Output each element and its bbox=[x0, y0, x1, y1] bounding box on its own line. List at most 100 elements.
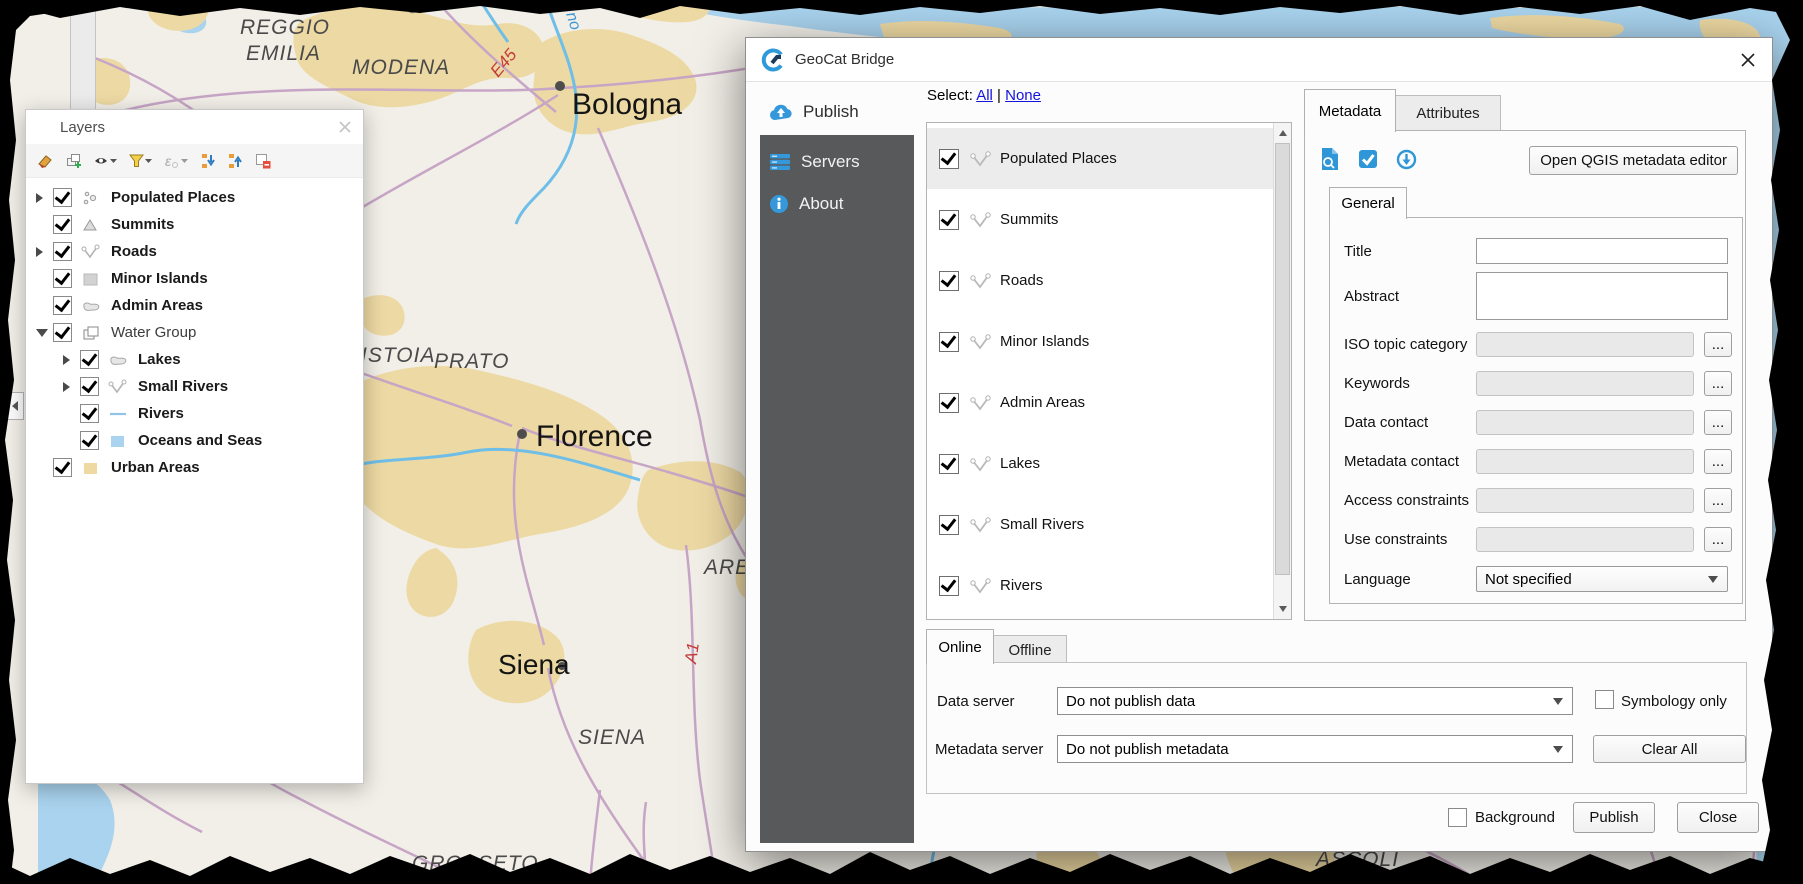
layer-row-lakes[interactable]: Lakes bbox=[26, 346, 363, 373]
symbology-only-checkbox[interactable] bbox=[1595, 690, 1614, 709]
metadata-contact-label: Metadata contact bbox=[1344, 453, 1460, 470]
select-all-link[interactable]: All bbox=[976, 87, 993, 104]
layer-row-summits[interactable]: Summits bbox=[26, 211, 363, 238]
list-item-populated-places[interactable]: Populated Places bbox=[927, 128, 1291, 189]
layer-checkbox[interactable] bbox=[80, 350, 99, 369]
access-constraints-browse-button[interactable]: ... bbox=[1704, 488, 1732, 513]
item-checkbox[interactable] bbox=[939, 331, 959, 352]
close-icon[interactable] bbox=[337, 119, 353, 135]
layer-row-small-rivers[interactable]: Small Rivers bbox=[26, 373, 363, 400]
layer-row-roads[interactable]: Roads bbox=[26, 238, 363, 265]
publish-layer-list[interactable]: Populated Places Summits Roads Minor Isl… bbox=[926, 122, 1292, 620]
layer-checkbox[interactable] bbox=[53, 458, 72, 477]
language-select[interactable]: Not specified bbox=[1476, 566, 1728, 592]
scrollbar-thumb[interactable] bbox=[1275, 143, 1290, 575]
list-item-rivers[interactable]: Rivers bbox=[927, 555, 1291, 616]
tab-metadata[interactable]: Metadata bbox=[1304, 89, 1396, 132]
layer-checkbox[interactable] bbox=[53, 296, 72, 315]
tab-offline[interactable]: Offline bbox=[993, 635, 1067, 665]
layer-checkbox[interactable] bbox=[53, 188, 72, 207]
filter-legend-icon[interactable] bbox=[129, 153, 153, 169]
data-server-select[interactable]: Do not publish data bbox=[1057, 687, 1573, 715]
item-checkbox[interactable] bbox=[939, 392, 959, 413]
collapse-all-icon[interactable] bbox=[228, 153, 244, 169]
nav-item-publish[interactable]: Publish bbox=[760, 93, 914, 131]
item-checkbox[interactable] bbox=[939, 148, 959, 169]
expand-right-icon[interactable] bbox=[63, 381, 75, 392]
abstract-textarea[interactable] bbox=[1476, 272, 1728, 320]
expand-down-icon[interactable] bbox=[36, 328, 48, 337]
title-input[interactable] bbox=[1476, 238, 1728, 264]
keywords-browse-button[interactable]: ... bbox=[1704, 371, 1732, 396]
add-group-icon[interactable] bbox=[66, 153, 83, 169]
preview-metadata-icon[interactable] bbox=[1319, 147, 1341, 171]
layer-row-minor-islands[interactable]: Minor Islands bbox=[26, 265, 363, 292]
list-item-minor-islands[interactable]: Minor Islands bbox=[927, 311, 1291, 372]
metadata-contact-browse-button[interactable]: ... bbox=[1704, 449, 1732, 474]
metadata-server-select[interactable]: Do not publish metadata bbox=[1057, 735, 1573, 763]
validate-metadata-icon[interactable] bbox=[1358, 149, 1379, 170]
list-item-summits[interactable]: Summits bbox=[927, 189, 1291, 250]
item-checkbox[interactable] bbox=[939, 209, 959, 230]
map-label-reggio-1: REGGIO bbox=[240, 16, 330, 39]
layer-row-oceans-and-seas[interactable]: Oceans and Seas bbox=[26, 427, 363, 454]
background-checkbox[interactable] bbox=[1447, 807, 1467, 827]
nav-item-about[interactable]: About bbox=[760, 185, 914, 223]
expand-right-icon[interactable] bbox=[36, 246, 48, 257]
points-symbol-icon bbox=[83, 191, 97, 204]
item-checkbox[interactable] bbox=[939, 453, 959, 474]
expand-right-icon[interactable] bbox=[36, 192, 48, 203]
layer-row-populated-places[interactable]: Populated Places bbox=[26, 184, 363, 211]
list-item-small-rivers[interactable]: Small Rivers bbox=[927, 494, 1291, 555]
expand-all-icon[interactable] bbox=[201, 153, 217, 169]
remove-layer-icon[interactable] bbox=[255, 153, 271, 169]
scroll-down-icon[interactable] bbox=[1274, 603, 1291, 619]
data-contact-browse-button[interactable]: ... bbox=[1704, 410, 1732, 435]
layer-row-water-group[interactable]: Water Group bbox=[26, 319, 363, 346]
layer-checkbox[interactable] bbox=[53, 242, 72, 261]
dialog-titlebar[interactable]: GeoCat Bridge bbox=[746, 38, 1772, 82]
layer-checkbox[interactable] bbox=[53, 269, 72, 288]
layer-checkbox[interactable] bbox=[80, 431, 99, 450]
layer-checkbox[interactable] bbox=[53, 215, 72, 234]
publish-button[interactable]: Publish bbox=[1573, 801, 1655, 833]
layer-row-urban-areas[interactable]: Urban Areas bbox=[26, 454, 363, 481]
list-item-roads[interactable]: Roads bbox=[927, 250, 1291, 311]
tab-attributes[interactable]: Attributes bbox=[1395, 95, 1501, 132]
layer-label: Small Rivers bbox=[138, 378, 229, 395]
select-none-link[interactable]: None bbox=[1005, 87, 1041, 104]
style-manager-icon[interactable] bbox=[38, 153, 55, 169]
close-button[interactable]: Close bbox=[1677, 801, 1759, 833]
town-dot bbox=[406, 2, 418, 14]
item-checkbox[interactable] bbox=[939, 575, 959, 596]
layer-checkbox[interactable] bbox=[80, 377, 99, 396]
item-label: Minor Islands bbox=[1000, 333, 1090, 350]
select-label: Select: bbox=[927, 87, 973, 104]
layer-row-admin-areas[interactable]: Admin Areas bbox=[26, 292, 363, 319]
tab-general[interactable]: General bbox=[1329, 187, 1407, 219]
list-item-lakes[interactable]: Lakes bbox=[927, 433, 1291, 494]
nav-item-servers[interactable]: Servers bbox=[760, 143, 914, 181]
layer-checkbox[interactable] bbox=[53, 323, 72, 342]
list-item-admin-areas[interactable]: Admin Areas bbox=[927, 372, 1291, 433]
scrollbar[interactable] bbox=[1273, 123, 1291, 619]
open-qgis-metadata-editor-button[interactable]: Open QGIS metadata editor bbox=[1529, 146, 1738, 175]
tab-online[interactable]: Online bbox=[926, 629, 994, 664]
scroll-up-icon[interactable] bbox=[1274, 123, 1291, 139]
close-icon[interactable] bbox=[1740, 52, 1756, 68]
layer-row-rivers[interactable]: Rivers bbox=[26, 400, 363, 427]
map-themes-icon[interactable] bbox=[94, 153, 118, 169]
item-label: Summits bbox=[1000, 211, 1059, 228]
import-metadata-icon[interactable] bbox=[1396, 149, 1417, 170]
dialog-title: GeoCat Bridge bbox=[795, 51, 895, 68]
expand-right-icon[interactable] bbox=[63, 354, 75, 365]
layer-checkbox[interactable] bbox=[80, 404, 99, 423]
use-constraints-browse-button[interactable]: ... bbox=[1704, 527, 1732, 552]
item-checkbox[interactable] bbox=[939, 270, 959, 291]
iso-topic-category-browse-button[interactable]: ... bbox=[1704, 332, 1732, 357]
layers-toolbar: ε bbox=[26, 144, 363, 178]
item-checkbox[interactable] bbox=[939, 514, 959, 535]
panel-collapse-button[interactable] bbox=[5, 392, 24, 420]
clear-all-button[interactable]: Clear All bbox=[1593, 735, 1746, 763]
expression-filter-icon[interactable]: ε bbox=[164, 153, 190, 169]
